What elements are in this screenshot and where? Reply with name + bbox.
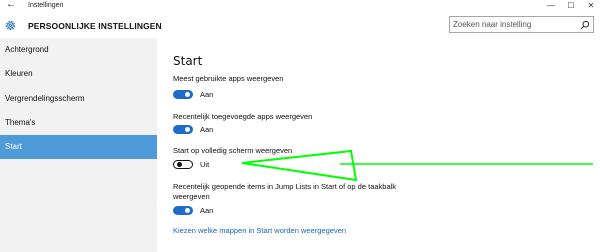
toggle-knob [185,127,190,132]
title-bar: ← Instellingen — ☐ ✕ [0,0,600,12]
sidebar-item-vergrendelingsscherm[interactable]: Vergrendelingsscherm [0,87,157,111]
setting-label-fullscreen: Start op volledig scherm weergeven [173,146,293,155]
sidebar-item-start[interactable]: Start [0,135,157,159]
gear-icon [5,20,16,31]
maximize-button[interactable]: ☐ [560,0,582,12]
toggle-state-fullscreen: Uit [200,160,210,169]
search-input[interactable] [453,18,578,31]
toggle-state-recently-added: Aan [200,125,214,134]
toggle-recently-added[interactable] [173,125,193,134]
sidebar-item-achtergrond[interactable]: Achtergrond [0,38,157,62]
setting-label-most-used: Meest gebruikte apps weergeven [173,74,284,83]
toggle-state-jump-lists: Aan [200,206,214,215]
toggle-knob [177,162,182,167]
close-button[interactable]: ✕ [580,0,600,12]
header: PERSOONLIJKE INSTELLINGEN [0,12,600,38]
sidebar: Achtergrond Kleuren Vergrendelingsscherm… [0,38,157,252]
toggle-state-most-used: Aan [200,90,214,99]
page-title: PERSOONLIJKE INSTELLINGEN [28,21,162,31]
setting-label-recently-added: Recentelijk toegevoegde apps weergeven [173,112,313,121]
section-title: Start [173,54,203,68]
toggle-knob [185,92,190,97]
main-content: Start Meest gebruikte apps weergeven Aan… [157,38,600,252]
toggle-fullscreen[interactable] [173,160,193,169]
back-button[interactable]: ← [6,0,16,11]
setting-label-jump-lists: Recentelijk geopende items in Jump Lists… [173,182,397,201]
window-title: Instellingen [28,2,64,9]
minimize-button[interactable]: — [540,0,562,12]
sidebar-item-themas[interactable]: Thema's [0,111,157,135]
choose-folders-link[interactable]: Kiezen welke mappen in Start worden weer… [173,226,346,235]
search-box[interactable] [449,16,594,33]
toggle-knob [185,208,190,213]
toggle-most-used[interactable] [173,90,193,99]
sidebar-item-kleuren[interactable]: Kleuren [0,62,157,86]
search-icon[interactable] [580,20,590,30]
toggle-jump-lists[interactable] [173,206,193,215]
